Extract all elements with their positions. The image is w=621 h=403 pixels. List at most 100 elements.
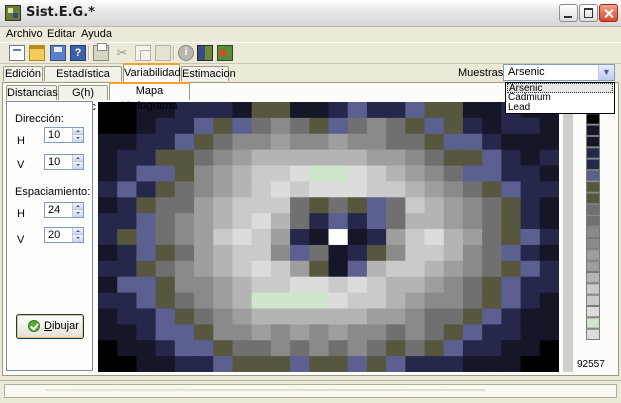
direccion-h-spinner[interactable]: 10 [44, 127, 84, 143]
tab-estimacion[interactable]: Estimacion [181, 66, 236, 81]
open-folder-icon[interactable] [29, 45, 45, 61]
heatmap-cell [232, 356, 253, 372]
heatmap-cell [290, 181, 310, 198]
heatmap-cell [366, 181, 387, 198]
heatmap-cell [290, 292, 310, 310]
draw-button[interactable]: Dibujar [16, 314, 84, 339]
heatmap-cell [309, 340, 330, 357]
spin-up-icon[interactable] [72, 155, 83, 162]
heatmap-cell [174, 149, 195, 167]
exit-icon[interactable] [217, 45, 233, 61]
heatmap-cell [251, 165, 272, 183]
print-icon[interactable] [93, 43, 109, 61]
heatmap-cell [347, 308, 368, 325]
spin-down-icon[interactable] [72, 135, 83, 142]
espaciamiento-v-label: V [17, 234, 25, 246]
spin-down-icon[interactable] [72, 210, 83, 217]
spin-down-icon[interactable] [72, 162, 83, 169]
spin-up-icon[interactable] [72, 128, 83, 135]
heatmap-cell [328, 308, 349, 325]
heatmap-cell [213, 340, 234, 357]
heatmap-cell [136, 165, 157, 183]
spin-up-icon[interactable] [72, 203, 83, 210]
heatmap-cell [501, 276, 522, 294]
tab-mapa-variograma[interactable]: Mapa Variograma [109, 82, 190, 112]
maximize-button[interactable] [579, 4, 598, 22]
heatmap-cell [520, 117, 541, 135]
heatmap-cell [482, 229, 502, 246]
heatmap-cell [232, 133, 253, 151]
save-icon[interactable] [50, 45, 66, 61]
vertical-scrollbar[interactable] [562, 102, 573, 372]
heatmap-cell [98, 229, 118, 246]
spin-up-icon[interactable] [72, 228, 83, 235]
cut-icon[interactable]: ✂ [114, 45, 130, 61]
direccion-h-value: 10 [48, 129, 61, 141]
muestras-dropdown[interactable]: Arsenic ▼ [503, 64, 615, 81]
paste-icon[interactable] [155, 45, 171, 61]
heatmap-cell [136, 276, 157, 294]
heatmap-cell [501, 340, 522, 357]
tab-gh-direc[interactable]: G(h) Direc [58, 85, 108, 113]
heatmap-cell [386, 165, 406, 183]
heatmap-cell [290, 213, 310, 230]
option-lead[interactable]: Lead [507, 103, 613, 113]
heatmap-cell [251, 181, 272, 198]
heatmap-cell [194, 292, 214, 310]
heatmap-cell [347, 197, 368, 214]
heatmap-cell [443, 213, 464, 230]
chevron-down-icon[interactable]: ▼ [598, 65, 614, 80]
heatmap-cell [520, 149, 541, 167]
color-scale-step [586, 136, 600, 148]
help-icon[interactable]: ? [70, 45, 86, 61]
heatmap-cell [347, 276, 368, 294]
tab-estadistica-basica[interactable]: Estadística Básica [44, 66, 122, 94]
draw-button-label: Dibujar [44, 320, 79, 332]
espaciamiento-v-spinner[interactable]: 20 [44, 227, 84, 243]
heatmap-cell [520, 197, 541, 214]
tab-variabilidad[interactable]: Variabilidad [123, 63, 181, 82]
heatmap-cell [174, 260, 195, 278]
tab-distancias[interactable]: Distancias [6, 85, 58, 100]
heatmap-cell [520, 260, 541, 278]
heatmap-cell [405, 276, 426, 294]
heatmap-cell [482, 292, 502, 310]
menu-archivo[interactable]: Archivo [6, 28, 43, 40]
variogram-map [98, 102, 559, 372]
tab-edicion[interactable]: Edición [3, 66, 43, 81]
heatmap-cell [462, 324, 483, 341]
heatmap-cell [328, 324, 349, 341]
spin-down-icon[interactable] [72, 235, 83, 242]
copy-icon[interactable] [135, 45, 151, 61]
espaciamiento-h-spinner[interactable]: 24 [44, 202, 84, 218]
minimize-button[interactable] [559, 4, 578, 22]
heatmap-cell [174, 276, 195, 294]
menu-editar[interactable]: Editar [47, 28, 76, 40]
heatmap-cell [155, 324, 176, 341]
heatmap-cell [443, 356, 464, 372]
heatmap-cell [328, 229, 349, 246]
heatmap-cell [405, 260, 426, 278]
heatmap-cell [347, 244, 368, 262]
heatmap-cell [347, 340, 368, 357]
heatmap-cell [482, 340, 502, 357]
muestras-dropdown-list: Arsenic Cadmium Lead [505, 82, 615, 114]
heatmap-cell [290, 197, 310, 214]
heatmap-cell [174, 292, 195, 310]
color-scale-step [586, 204, 600, 216]
toolbar-separator [173, 46, 175, 60]
color-scale-bar [586, 102, 600, 340]
grid-map-icon[interactable] [197, 45, 213, 61]
close-button[interactable] [599, 4, 618, 22]
heatmap-cell [386, 292, 406, 310]
heatmap-cell [309, 276, 330, 294]
heatmap-cell [194, 340, 214, 357]
heatmap-cell [213, 149, 234, 167]
heatmap-cell [136, 356, 157, 372]
heatmap-cell [462, 356, 483, 372]
new-file-icon[interactable] [9, 45, 25, 61]
info-icon[interactable]: i [178, 45, 194, 61]
menu-ayuda[interactable]: Ayuda [81, 28, 112, 40]
toolbar-separator [88, 46, 90, 60]
direccion-v-spinner[interactable]: 10 [44, 154, 84, 170]
